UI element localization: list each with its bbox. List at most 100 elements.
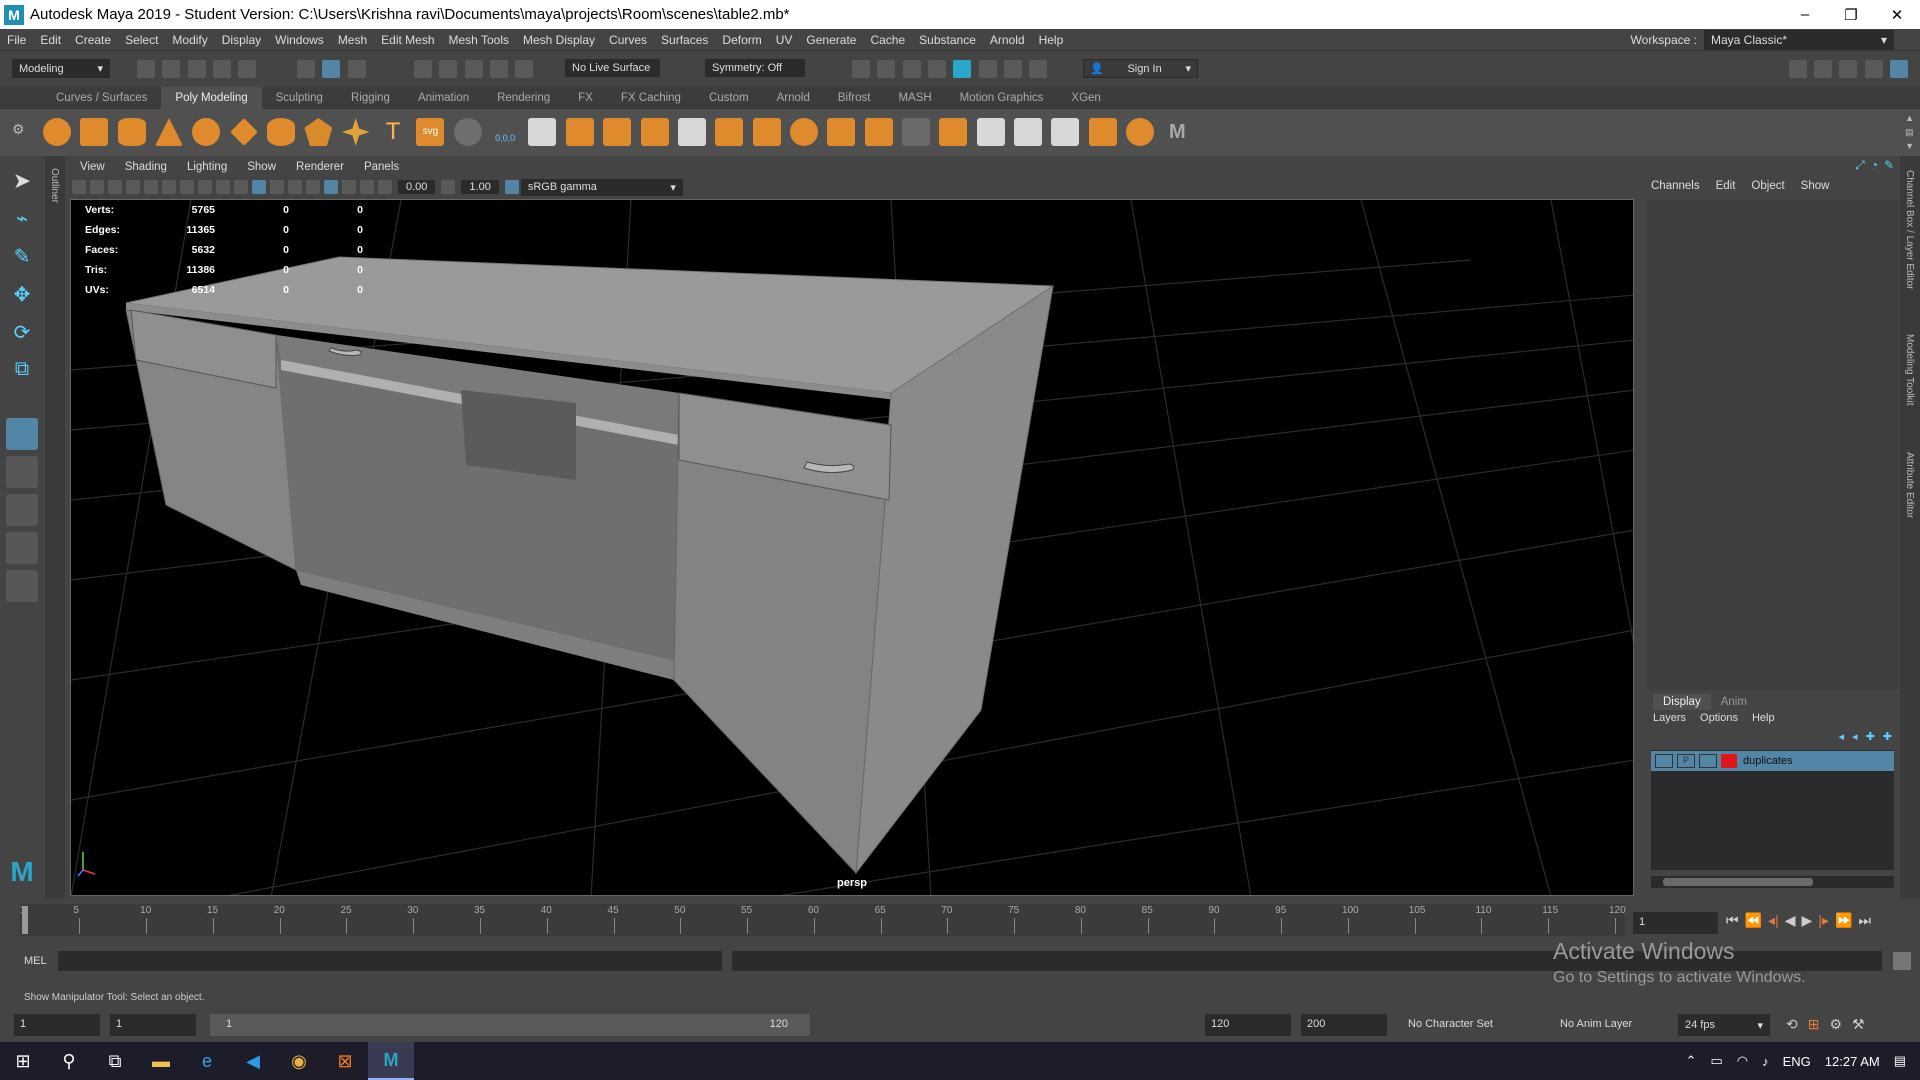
go-to-end-icon[interactable]: ⏭ <box>1858 912 1871 929</box>
viewport-menu-lighting[interactable]: Lighting <box>177 161 237 173</box>
layer-row-duplicates[interactable]: P duplicates <box>1651 751 1894 771</box>
bevel-icon[interactable] <box>715 118 744 146</box>
poly-disc-icon[interactable] <box>267 118 296 146</box>
show-manipulator-icon[interactable] <box>6 418 38 450</box>
menu-curves[interactable]: Curves <box>602 33 654 47</box>
channel-box-icon[interactable] <box>1890 60 1908 78</box>
select-object-icon[interactable] <box>322 60 341 78</box>
menu-help[interactable]: Help <box>1032 33 1071 47</box>
show-hidden-icons-icon[interactable]: ⌃ <box>1686 1053 1697 1069</box>
menu-cache[interactable]: Cache <box>863 33 912 47</box>
notifications-icon[interactable]: ▤ <box>1894 1053 1906 1069</box>
select-tool-icon[interactable]: ➤ <box>6 168 38 200</box>
anim-layer-dropdown[interactable]: No Anim Layer <box>1560 1018 1632 1030</box>
target-weld-icon[interactable] <box>901 118 930 146</box>
time-editor-icon[interactable]: ⚒ <box>1852 1016 1865 1033</box>
play-backwards-icon[interactable]: ◀ <box>1785 912 1796 929</box>
layer-scrollbar[interactable] <box>1651 876 1894 888</box>
isolate-select-icon[interactable] <box>324 180 338 194</box>
poly-sphere-icon[interactable] <box>43 118 71 146</box>
wireframe-icon[interactable] <box>234 180 248 194</box>
shelf-scroll-arrows-icon[interactable]: ▲ ▤ ▼ <box>1905 111 1914 153</box>
layers-menu[interactable]: Layers <box>1653 712 1686 724</box>
channel-box-layer-editor-tab[interactable]: Channel Box / Layer Editor <box>1904 170 1915 290</box>
bridge-icon[interactable] <box>677 118 706 146</box>
multi-cut-icon[interactable] <box>864 118 893 146</box>
viewport-menu-renderer[interactable]: Renderer <box>286 161 354 173</box>
channel-box-toggle-icon[interactable]: ⤢ <box>1855 158 1865 173</box>
center-pivot-icon[interactable] <box>453 118 482 146</box>
go-to-start-icon[interactable]: ⏮ <box>1726 912 1739 929</box>
outliner-tab[interactable]: Outliner <box>45 156 65 898</box>
xray-icon[interactable] <box>342 180 356 194</box>
extrude-icon[interactable] <box>640 118 669 146</box>
play-forwards-icon[interactable]: ▶ <box>1802 912 1813 929</box>
save-scene-icon[interactable] <box>187 60 206 78</box>
svg-tool-icon[interactable]: svg <box>416 118 445 146</box>
tab-arnold[interactable]: Arnold <box>763 92 824 104</box>
poly-cylinder-icon[interactable] <box>117 118 146 146</box>
uv-editor-icon[interactable] <box>1013 118 1042 146</box>
poly-cone-icon[interactable] <box>155 118 184 146</box>
hypershade-icon[interactable] <box>928 60 947 78</box>
tab-animation[interactable]: Animation <box>404 92 483 104</box>
character-set-dropdown[interactable]: No Character Set <box>1408 1018 1493 1030</box>
platonic-solid-icon[interactable] <box>304 118 333 146</box>
viewport-menu-panels[interactable]: Panels <box>354 161 409 173</box>
current-time-marker[interactable] <box>22 906 28 934</box>
modeling-toolkit-tab[interactable]: Modeling Toolkit <box>1904 334 1915 406</box>
clock[interactable]: 12:27 AM <box>1825 1054 1880 1069</box>
script-language-toggle[interactable]: MEL <box>24 955 47 967</box>
layer-playback-toggle[interactable]: P <box>1677 754 1695 768</box>
time-slider-track[interactable]: 1510152025303540455055606570758085909510… <box>20 904 1626 936</box>
menu-select[interactable]: Select <box>118 33 165 47</box>
attribute-editor-tab[interactable]: Attribute Editor <box>1904 452 1915 518</box>
tool-settings-icon[interactable] <box>1864 60 1883 78</box>
snap-curve-icon[interactable] <box>439 60 458 78</box>
pause-icon[interactable] <box>1029 60 1048 78</box>
safe-action-icon[interactable] <box>216 180 230 194</box>
workspace-dropdown[interactable]: Maya Classic* ▾ <box>1704 29 1894 50</box>
sign-in-button[interactable]: 👤 Sign In ▾ <box>1083 59 1198 78</box>
wifi-icon[interactable]: ◠ <box>1737 1053 1748 1069</box>
freeze-transforms-icon[interactable]: 0,0,0 <box>491 118 519 146</box>
tab-curves-surfaces[interactable]: Curves / Surfaces <box>42 92 161 104</box>
menu-set-dropdown[interactable]: Modeling ▾ <box>12 59 110 78</box>
planar-map-icon[interactable] <box>1051 118 1080 146</box>
layer-color-swatch[interactable] <box>1721 754 1737 768</box>
playback-end-field[interactable]: 120 <box>1205 1014 1291 1036</box>
step-back-frame-icon[interactable]: ◂| <box>1768 912 1779 929</box>
super-shape-icon[interactable] <box>341 118 370 146</box>
menu-edit-mesh[interactable]: Edit Mesh <box>374 33 441 47</box>
tab-xgen[interactable]: XGen <box>1057 92 1114 104</box>
tab-anim[interactable]: Anim <box>1711 694 1757 710</box>
menu-arnold[interactable]: Arnold <box>983 33 1032 47</box>
create-layer-from-selected-icon[interactable]: ✚ <box>1883 730 1892 743</box>
smooth-icon[interactable] <box>603 118 632 146</box>
ipr-render-icon[interactable] <box>877 60 896 78</box>
separate-icon[interactable] <box>565 118 594 146</box>
new-scene-icon[interactable] <box>137 60 155 78</box>
symmetry-dropdown[interactable]: Symmetry: Off <box>705 59 805 77</box>
animation-start-field[interactable]: 1 <box>14 1014 100 1036</box>
tab-rendering[interactable]: Rendering <box>483 92 564 104</box>
restore-button[interactable]: ❐ <box>1828 0 1874 29</box>
menu-generate[interactable]: Generate <box>799 33 863 47</box>
arnold-render-icon[interactable] <box>953 60 972 78</box>
film-gate-icon[interactable] <box>180 180 194 194</box>
layer-visibility-toggle[interactable] <box>1655 754 1673 768</box>
poly-torus-icon[interactable] <box>192 118 221 146</box>
menu-edit[interactable]: Edit <box>33 33 68 47</box>
menu-modify[interactable]: Modify <box>165 33 214 47</box>
color-management-icon[interactable] <box>504 180 519 194</box>
menu-surfaces[interactable]: Surfaces <box>654 33 715 47</box>
menu-deform[interactable]: Deform <box>715 33 768 47</box>
minimize-button[interactable]: – <box>1782 0 1828 29</box>
edge-browser-icon[interactable]: e <box>184 1042 230 1080</box>
create-layer-icon[interactable]: ✚ <box>1866 730 1875 743</box>
menu-create[interactable]: Create <box>68 33 118 47</box>
range-slider[interactable]: 1 120 <box>210 1014 810 1036</box>
sculpt-brush-icon[interactable] <box>976 118 1005 146</box>
snap-grid-icon[interactable] <box>414 60 432 78</box>
gamma-field[interactable]: 1.00 <box>461 180 499 194</box>
